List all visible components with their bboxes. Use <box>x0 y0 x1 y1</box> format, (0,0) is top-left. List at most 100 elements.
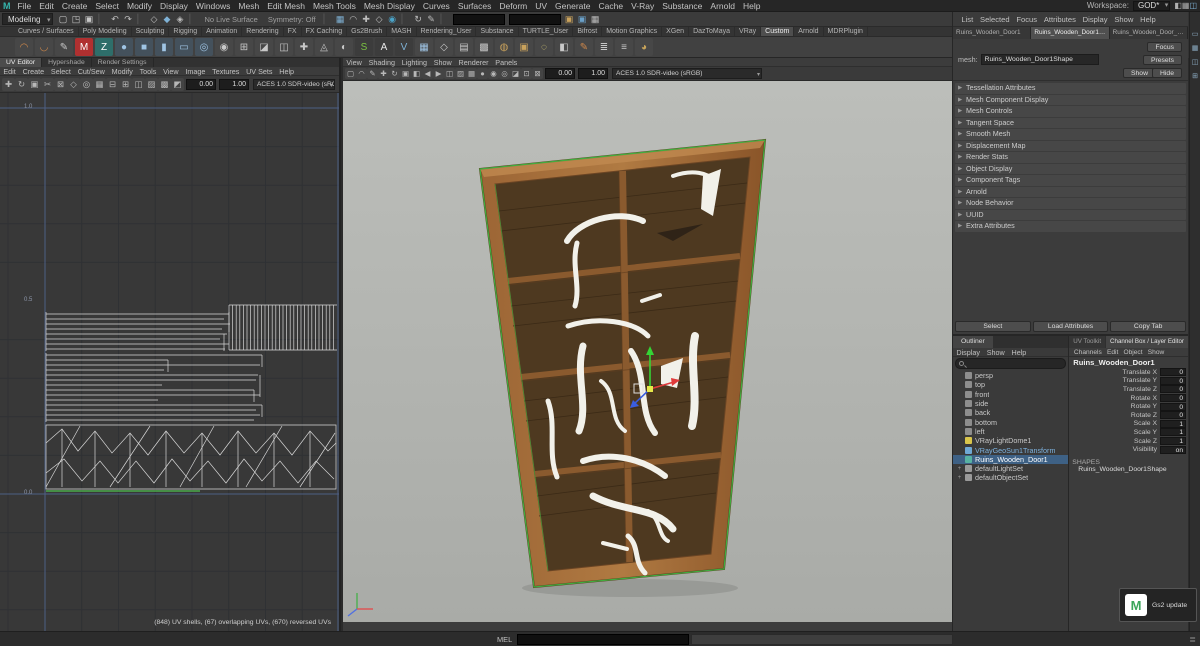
outliner-tab[interactable]: Outliner <box>953 336 993 348</box>
vp-mb-icon[interactable]: ⊠ <box>532 68 543 79</box>
outliner-item[interactable]: Ruins_Wooden_Door1 <box>953 454 1069 464</box>
attribute-editor-menu-item[interactable]: Attributes <box>1040 15 1079 24</box>
channel-name[interactable]: Rotate Y <box>1073 403 1160 410</box>
presets-button[interactable]: Presets <box>1142 55 1182 65</box>
viewport-menu-item[interactable]: Shading <box>365 58 398 67</box>
attribute-section[interactable]: ▶ Node Behavior <box>955 198 1186 209</box>
separator[interactable]: ▏ <box>321 13 334 26</box>
shelf-tab[interactable]: FX Caching <box>302 27 348 36</box>
shelf-uv-editor-icon[interactable]: ▦ <box>415 38 433 56</box>
shelf-gs2brush-icon[interactable]: Z <box>95 38 113 56</box>
shelf-multicut-icon[interactable]: ✚ <box>295 38 313 56</box>
attribute-section[interactable]: ▶ Object Display <box>955 163 1186 174</box>
hide-button[interactable]: Hide <box>1152 68 1182 78</box>
uv-layout-icon[interactable]: ▦ <box>93 77 106 91</box>
focus-button[interactable]: Focus <box>1147 42 1182 52</box>
shelf-tab[interactable]: Rendering <box>242 27 284 36</box>
shelf-vray-icon[interactable]: V <box>395 38 413 56</box>
separator[interactable]: ▏ <box>186 13 199 26</box>
shelf-bridge-icon[interactable]: ◫ <box>275 38 293 56</box>
menu-item[interactable]: Generate <box>551 0 594 12</box>
uv-unfold-icon[interactable]: ◇ <box>67 77 80 91</box>
attribute-editor-menu-item[interactable]: Display <box>1079 15 1111 24</box>
menu-item[interactable]: V-Ray <box>627 0 658 12</box>
attribute-editor-menu-item[interactable]: List <box>958 15 977 24</box>
attribute-section[interactable]: ▶ Mesh Component Display <box>955 94 1186 105</box>
uv-menu-item[interactable]: Tools <box>136 67 160 76</box>
shelf-light-icon[interactable]: ◌ <box>535 38 553 56</box>
shelf-tab[interactable]: Sculpting <box>132 27 170 36</box>
viewport-menu-item[interactable]: View <box>343 58 365 67</box>
command-results-field[interactable] <box>691 633 954 645</box>
attribute-editor-menu-item[interactable]: Show <box>1111 15 1137 24</box>
four-pane-layout-icon[interactable]: ▦ <box>1192 44 1199 52</box>
shelf-daz-to-maya-icon[interactable]: M <box>75 38 93 56</box>
channel-name[interactable]: Translate Y <box>1073 377 1160 384</box>
input-field-x[interactable] <box>452 13 505 25</box>
outliner-item[interactable]: front <box>953 390 1068 399</box>
attribute-editor-toggle-icon[interactable]: ◫ <box>1192 58 1199 66</box>
save-scene-icon[interactable]: ▣ <box>82 13 95 26</box>
snap-to-curve-icon[interactable]: ◠ <box>347 13 360 26</box>
separator[interactable]: ▏ <box>95 13 108 26</box>
uv-menu-item[interactable]: Textures <box>209 67 243 76</box>
uv-cut-icon[interactable]: ✂ <box>41 77 54 91</box>
shelf-sculpt-icon[interactable]: ◕ <box>635 38 653 56</box>
shelf-smooth-icon[interactable]: ◉ <box>215 38 233 56</box>
channel-name[interactable]: Scale X <box>1073 420 1160 427</box>
menu-item[interactable]: Display <box>156 0 192 12</box>
shelf-target-weld-icon[interactable]: ◬ <box>315 38 333 56</box>
menu-item[interactable]: Windows <box>192 0 234 12</box>
vp-gamma-field[interactable]: 1.00 <box>578 68 608 79</box>
channel-name[interactable]: Translate Z <box>1073 386 1160 393</box>
uv-panel-tab[interactable]: Hypershade <box>42 58 92 67</box>
outliner-item[interactable]: persp <box>953 371 1068 380</box>
shelf-camera-icon[interactable]: ◧ <box>555 38 573 56</box>
outliner-item[interactable]: side <box>953 399 1068 408</box>
channel-box-menu-item[interactable]: Object <box>1121 348 1145 356</box>
attribute-editor-menu-item[interactable]: Focus <box>1013 15 1040 24</box>
uv-isolate-icon[interactable]: ◫ <box>132 77 145 91</box>
outliner-menu-item[interactable]: Display <box>953 348 983 357</box>
shelf-tab[interactable]: Rigging <box>169 27 203 36</box>
channel-name[interactable]: Translate X <box>1073 369 1160 376</box>
shelf-tab[interactable]: DazToMaya <box>689 27 736 36</box>
attribute-section[interactable]: ▶ Tessellation Attributes <box>955 83 1186 94</box>
attribute-editor-tab[interactable]: Ruins_Wooden_Door1Shape <box>1031 27 1110 39</box>
menu-item[interactable]: Edit Mesh <box>263 0 309 12</box>
attribute-section[interactable]: ▶ Tangent Space <box>955 117 1186 128</box>
shelf-tab[interactable]: VRay <box>735 27 762 36</box>
shelf-tab[interactable]: Animation <box>202 27 243 36</box>
uv-texture-toggle-icon[interactable]: ▨ <box>145 77 158 91</box>
shelf-tab[interactable]: Custom <box>761 27 795 36</box>
vp-select-icon[interactable]: ▢ <box>345 68 356 79</box>
outliner-item[interactable]: + defaultLightSet <box>953 464 1068 473</box>
workspace-prev-icon[interactable]: ◧ <box>1174 1 1182 11</box>
attribute-editor-menu-item[interactable]: Help <box>1137 15 1159 24</box>
command-language-toggle[interactable]: MEL <box>492 635 517 644</box>
menu-item[interactable]: File <box>14 0 36 12</box>
history-icon[interactable]: ↻ <box>412 13 425 26</box>
separator[interactable]: ▏ <box>134 13 147 26</box>
script-editor-icon[interactable]: ≣ <box>1189 635 1196 644</box>
shelf-tab[interactable]: MASH <box>387 27 417 36</box>
viewport-menu-item[interactable]: Show <box>430 58 455 67</box>
gs2-update-popup[interactable]: M Gs2 update <box>1119 588 1197 622</box>
uv-menu-item[interactable]: Image <box>182 67 209 76</box>
outliner-item[interactable]: VRayLightDome1 <box>953 436 1068 445</box>
shelf-tab[interactable]: Substance <box>476 27 519 36</box>
attribute-editor-tab[interactable]: Ruins_Wooden_Door_Tex <box>1109 27 1188 39</box>
attribute-editor-menu-item[interactable]: Selected <box>977 15 1013 24</box>
uv-toolkit-tab[interactable]: UV Toolkit <box>1069 336 1106 348</box>
shelf-tab[interactable]: Arnold <box>794 27 824 36</box>
channel-value-field[interactable]: 0 <box>1160 394 1186 403</box>
attribute-section[interactable]: ▶ Arnold <box>955 186 1186 197</box>
menu-item[interactable]: Mesh Display <box>360 0 419 12</box>
shelf-layout-icon[interactable]: ▤ <box>455 38 473 56</box>
channel-value-field[interactable]: 1 <box>1160 437 1186 446</box>
vp-rotate-icon[interactable]: ↻ <box>389 68 400 79</box>
vp-prev-view-icon[interactable]: ◀ <box>422 68 433 79</box>
menu-item[interactable]: Select <box>91 0 123 12</box>
viewport-menu-item[interactable]: Lighting <box>398 58 430 67</box>
channel-box-menu-item[interactable]: Show <box>1145 348 1167 356</box>
